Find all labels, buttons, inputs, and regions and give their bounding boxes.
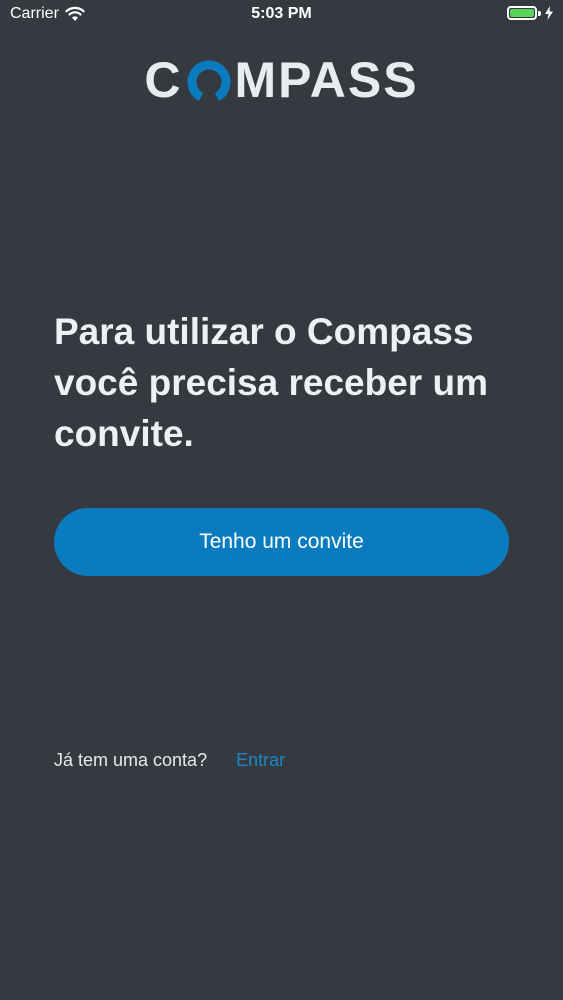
charging-bolt-icon (545, 6, 553, 20)
have-invite-button[interactable]: Tenho um convite (54, 508, 509, 576)
logo-letters-mpass: MPASS (234, 52, 419, 108)
invite-headline: Para utilizar o Compass você precisa rec… (54, 311, 488, 454)
status-time: 5:03 PM (251, 5, 312, 22)
status-bar: Carrier 5:03 PM (0, 0, 563, 30)
battery-group (507, 6, 553, 20)
battery-icon (507, 6, 537, 20)
account-question-text: Já tem uma conta? (54, 750, 208, 770)
compass-o-ring-icon (187, 60, 230, 101)
battery-fill (510, 9, 534, 17)
login-link[interactable]: Entrar (236, 750, 285, 771)
battery-tip (538, 10, 541, 16)
logo-letter-c: C (144, 52, 183, 108)
compass-logo: C MPASS (0, 55, 563, 105)
login-prompt: Já tem uma conta? Entrar (54, 750, 285, 771)
